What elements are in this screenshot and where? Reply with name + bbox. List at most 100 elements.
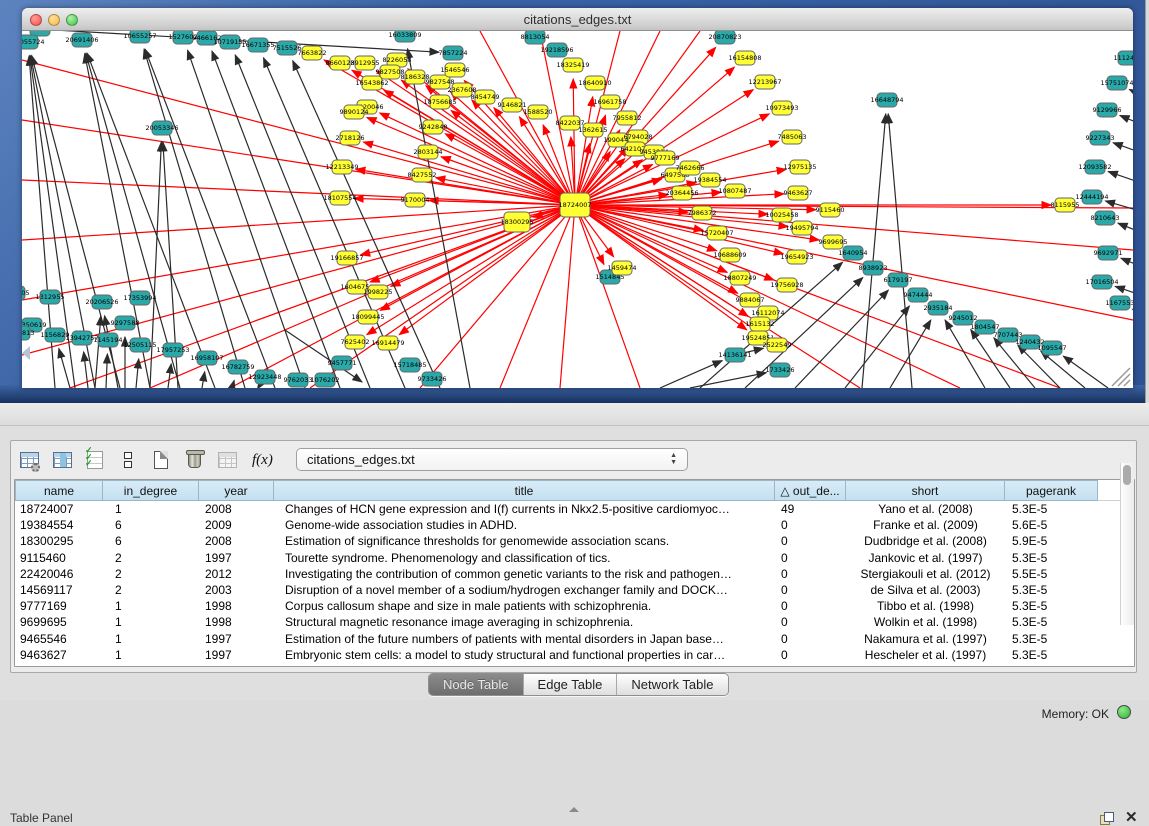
graph-node[interactable]: 18640910: [578, 76, 611, 90]
graph-edge[interactable]: [575, 205, 640, 388]
graph-node[interactable]: 1112495: [1114, 51, 1133, 65]
table-row[interactable]: 969969511998Structural magnetic resonanc…: [15, 614, 1134, 630]
graph-node[interactable]: 1615132: [746, 317, 775, 331]
graph-node[interactable]: 8115955: [1051, 198, 1080, 212]
graph-node[interactable]: 20870823: [708, 31, 741, 44]
graph-node[interactable]: 16958107: [190, 351, 223, 365]
graph-node[interactable]: 9890124: [340, 105, 369, 119]
table-row[interactable]: 946554611997Estimation of the future num…: [15, 631, 1134, 647]
graph-edge[interactable]: [188, 50, 305, 388]
graph-node[interactable]: 12923448: [248, 370, 281, 384]
graph-node[interactable]: 9884067: [736, 293, 765, 307]
graph-node[interactable]: 9699695: [819, 235, 848, 249]
graph-node[interactable]: 14136141: [718, 348, 751, 362]
graph-node[interactable]: 12975135: [783, 160, 816, 174]
graph-node[interactable]: 9762033: [284, 373, 313, 387]
tab-edge-table[interactable]: Edge Table: [523, 674, 617, 695]
new-document-icon[interactable]: [149, 448, 173, 472]
table-source-dropdown[interactable]: citations_edges.txt ▲▼: [296, 448, 688, 471]
graph-node[interactable]: 16914479: [371, 336, 404, 350]
graph-node[interactable]: 9227343: [1086, 131, 1115, 145]
graph-node[interactable]: 9170004: [401, 193, 430, 207]
graph-node[interactable]: 17016504: [1085, 275, 1118, 289]
graph-node[interactable]: 1362615: [579, 123, 608, 137]
graph-node[interactable]: 18300295: [500, 212, 533, 232]
column-header-year[interactable]: year: [199, 480, 274, 501]
table-panel-titlebar[interactable]: Table Panel ✕: [0, 403, 1149, 426]
table-row[interactable]: 1456911722003Disruption of a novel membe…: [15, 582, 1134, 598]
graph-node[interactable]: 12444194: [1075, 190, 1108, 204]
graph-edge[interactable]: [22, 205, 575, 300]
table-row[interactable]: 977716911998Corpus callosum shape and si…: [15, 598, 1134, 614]
graph-node[interactable]: 16782759: [221, 360, 254, 374]
graph-node[interactable]: 1312955: [36, 290, 65, 304]
graph-edge[interactable]: [202, 372, 205, 388]
graph-node[interactable]: 16154808: [728, 51, 761, 65]
checklist-icon[interactable]: ✓ ✓ ✓: [83, 448, 107, 472]
graph-node[interactable]: 15720407: [700, 226, 733, 240]
graph-node[interactable]: 19654923: [780, 250, 813, 264]
graph-node[interactable]: 19384554: [693, 173, 726, 187]
column-header-pagerank[interactable]: pagerank: [1005, 480, 1098, 501]
import-table-icon[interactable]: [215, 448, 239, 472]
graph-node[interactable]: 9115460: [816, 203, 845, 217]
graph-edge[interactable]: [795, 290, 888, 388]
graph-edge[interactable]: [888, 114, 912, 388]
graph-node[interactable]: 15718485: [393, 358, 426, 372]
graph-node[interactable]: 9474444: [904, 288, 933, 302]
graph-node[interactable]: 16033809: [388, 31, 421, 42]
graph-node[interactable]: 10973493: [765, 101, 798, 115]
close-panel-icon[interactable]: ✕: [1125, 810, 1138, 825]
window-titlebar[interactable]: citations_edges.txt: [22, 8, 1133, 31]
graph-edge[interactable]: [361, 205, 575, 255]
graph-node[interactable]: 1095547: [1038, 341, 1067, 355]
graph-node[interactable]: 9297588: [111, 316, 140, 330]
graph-node[interactable]: 1733426: [766, 363, 795, 377]
graph-node[interactable]: 20364456: [665, 186, 698, 200]
graph-node[interactable]: 2803144: [414, 145, 443, 159]
graph-node[interactable]: 17353994: [123, 291, 156, 305]
graph-node[interactable]: 20206526: [85, 295, 118, 309]
graph-node[interactable]: 10688609: [713, 248, 746, 262]
graph-edge[interactable]: [1118, 223, 1133, 236]
column-header-name[interactable]: name: [15, 480, 103, 501]
graph-edge[interactable]: [144, 49, 245, 388]
graph-node[interactable]: 9777169: [651, 151, 680, 165]
graph-edge[interactable]: [367, 205, 575, 335]
float-panel-icon[interactable]: [1100, 812, 1113, 825]
graph-edge[interactable]: [106, 354, 107, 388]
graph-edge[interactable]: [575, 205, 747, 330]
graph-node[interactable]: 8454749: [471, 90, 500, 104]
graph-node[interactable]: 20053346: [145, 121, 178, 135]
graph-edge[interactable]: [380, 205, 575, 310]
table-row[interactable]: 946362711997Embryonic stem cells: a mode…: [15, 647, 1134, 663]
graph-node[interactable]: 18724007: [558, 193, 591, 217]
graph-node[interactable]: 12093582: [1078, 160, 1111, 174]
graph-node[interactable]: 6179197: [884, 273, 913, 287]
graph-edge[interactable]: [575, 205, 1133, 250]
graph-node[interactable]: 1167553: [1106, 296, 1133, 310]
graph-node[interactable]: 1145194: [94, 333, 123, 347]
graph-edge[interactable]: [1041, 351, 1085, 388]
memory-status-icon[interactable]: [1117, 705, 1131, 719]
canvas-resize-grip[interactable]: [1112, 368, 1130, 386]
graph-node[interactable]: 2120605: [22, 286, 29, 300]
collapsed-panel-arrow-icon[interactable]: [22, 346, 30, 360]
graph-node[interactable]: 16961758: [593, 95, 626, 109]
graph-node[interactable]: 10025458: [765, 208, 798, 222]
graph-edge[interactable]: [1108, 172, 1133, 186]
tab-network-table[interactable]: Network Table: [616, 674, 727, 695]
column-header-in_degree[interactable]: in_degree: [103, 480, 199, 501]
graph-node[interactable]: 9915813: [22, 326, 34, 340]
graph-edge[interactable]: [560, 205, 575, 388]
table-column-icon[interactable]: [50, 448, 74, 472]
table-vertical-scrollbar[interactable]: [1120, 463, 1134, 625]
graph-edge[interactable]: [59, 348, 70, 388]
table-row[interactable]: 2242004622012Investigating the contribut…: [15, 566, 1134, 582]
graph-node[interactable]: 9129966: [1093, 103, 1122, 117]
graph-node[interactable]: 7663822: [298, 46, 327, 60]
graph-edge[interactable]: [690, 373, 766, 388]
graph-node[interactable]: 1588520: [524, 105, 553, 119]
graph-node[interactable]: 7955812: [613, 111, 642, 125]
graph-node[interactable]: 18325419: [556, 58, 589, 72]
